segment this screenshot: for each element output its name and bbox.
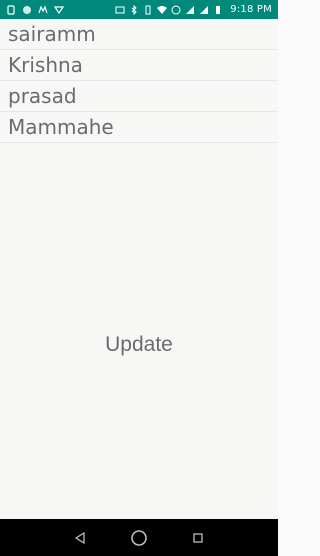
sim-icon <box>7 4 15 15</box>
recents-icon <box>193 532 203 543</box>
status-bar-right: 9:18 PM <box>115 4 272 15</box>
bluetooth-icon <box>131 4 138 15</box>
cast-icon <box>115 6 125 13</box>
volte-icon <box>171 5 181 14</box>
home-icon <box>131 529 147 546</box>
main-content: sairamm Krishna prasad Mammahe Update <box>0 19 278 519</box>
recents-button[interactable] <box>188 528 208 548</box>
clock: 9:18 PM <box>230 4 272 15</box>
list-item[interactable]: Mammahe <box>0 112 278 143</box>
signal-icon-2 <box>200 5 209 14</box>
battery-icon <box>216 5 221 14</box>
list-item[interactable]: sairamm <box>0 19 278 50</box>
back-icon <box>74 531 85 544</box>
signal-icon <box>186 5 195 14</box>
circle-app-icon <box>23 5 31 14</box>
wifi-icon <box>157 5 168 14</box>
status-bar-left <box>6 4 64 15</box>
back-button[interactable] <box>70 528 90 548</box>
home-button[interactable] <box>129 528 149 548</box>
navigation-bar <box>0 519 278 556</box>
list-item[interactable]: Krishna <box>0 50 278 81</box>
mail-app-icon <box>38 4 48 13</box>
vibrate-icon <box>145 5 151 14</box>
update-button[interactable]: Update <box>0 328 278 362</box>
list-item[interactable]: prasad <box>0 81 278 112</box>
status-bar: 9:18 PM <box>0 0 278 19</box>
sync-app-icon <box>54 5 64 14</box>
name-list: sairamm Krishna prasad Mammahe <box>0 19 278 143</box>
